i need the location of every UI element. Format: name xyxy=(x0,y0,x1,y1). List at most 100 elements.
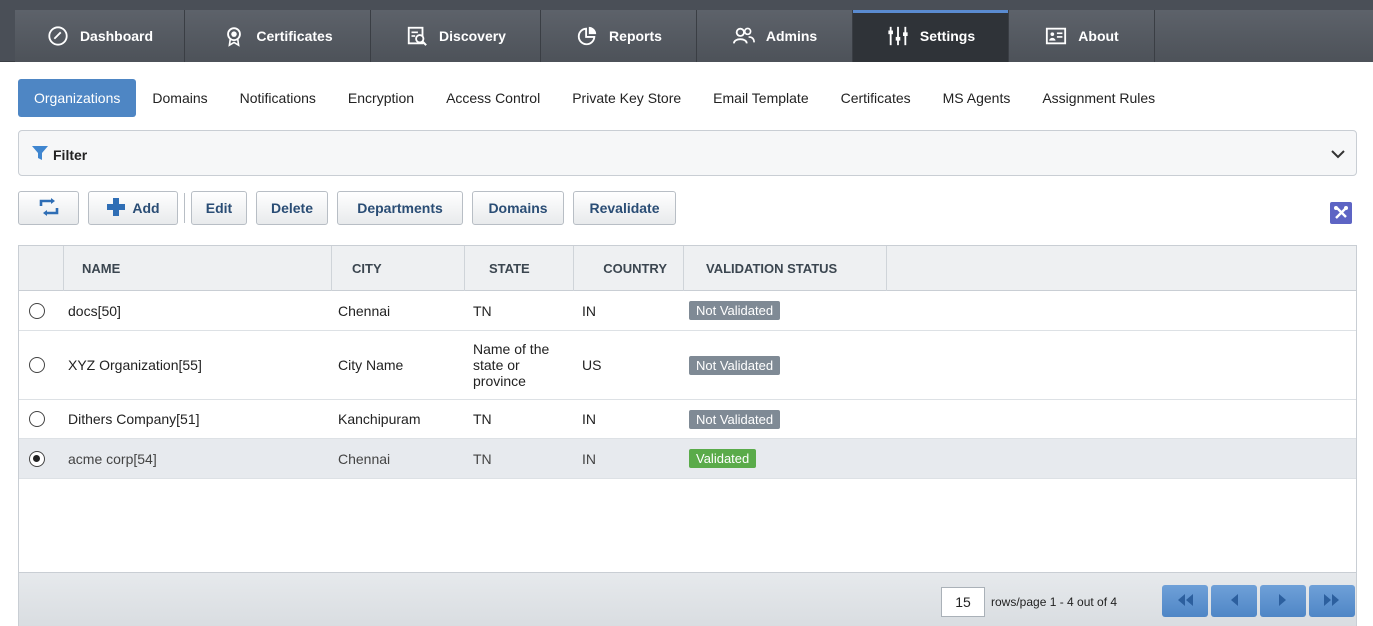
tab-label: About xyxy=(1078,28,1119,44)
plus-icon xyxy=(106,197,126,220)
cell-state: TN xyxy=(473,302,492,319)
subnav-private-key-store[interactable]: Private Key Store xyxy=(556,79,697,117)
tab-label: Discovery xyxy=(439,28,506,44)
dashboard-icon xyxy=(46,24,70,48)
header-name[interactable]: NAME xyxy=(64,246,332,291)
double-chevron-left-icon xyxy=(1176,593,1194,609)
cell-country: US xyxy=(582,357,602,373)
chevron-left-icon xyxy=(1229,593,1239,609)
header-validation-status[interactable]: VALIDATION STATUS xyxy=(684,246,887,291)
cell-status: Not Validated xyxy=(689,291,781,330)
delete-button[interactable]: Delete xyxy=(256,191,328,225)
admins-icon xyxy=(732,24,756,48)
tab-certificates[interactable]: Certificates xyxy=(185,10,371,62)
next-page-button[interactable] xyxy=(1260,585,1306,617)
subnav-certificates[interactable]: Certificates xyxy=(825,79,927,117)
tools-settings-icon[interactable] xyxy=(1330,202,1352,224)
toolbar-divider xyxy=(184,193,185,223)
tab-settings[interactable]: Settings xyxy=(853,10,1009,62)
top-nav-tabs: Dashboard Certificates Discovery Reports… xyxy=(15,10,1155,62)
filter-label: Filter xyxy=(53,146,88,163)
tab-label: Reports xyxy=(609,28,662,44)
tab-label: Dashboard xyxy=(79,28,154,44)
settings-subnav: Organizations Domains Notifications Encr… xyxy=(18,79,1171,117)
table-row[interactable]: docs[50] Chennai TN IN Not Validated xyxy=(19,291,1356,331)
subnav-access-control[interactable]: Access Control xyxy=(430,79,556,117)
cell-name: Dithers Company[51] xyxy=(68,411,200,427)
table-row[interactable]: acme corp[54] Chennai TN IN Validated xyxy=(19,439,1356,479)
add-label: Add xyxy=(132,200,160,216)
top-navigation-bar: Dashboard Certificates Discovery Reports… xyxy=(0,0,1373,62)
row-radio[interactable] xyxy=(29,451,45,467)
organizations-table: NAME CITY STATE COUNTRY VALIDATION STATU… xyxy=(18,245,1357,626)
tab-admins[interactable]: Admins xyxy=(697,10,853,62)
cell-country: IN xyxy=(582,450,596,467)
cell-state: TN xyxy=(473,411,492,427)
tab-about[interactable]: About xyxy=(1009,10,1155,62)
subnav-notifications[interactable]: Notifications xyxy=(224,79,332,117)
header-country[interactable]: COUNTRY xyxy=(574,246,684,291)
rows-per-page-input[interactable]: 15 xyxy=(941,587,985,617)
status-badge: Not Validated xyxy=(689,355,781,375)
table-header: NAME CITY STATE COUNTRY VALIDATION STATU… xyxy=(19,246,1356,291)
tab-dashboard[interactable]: Dashboard xyxy=(15,10,185,62)
table-row[interactable]: Dithers Company[51] Kanchipuram TN IN No… xyxy=(19,400,1356,439)
cell-city: City Name xyxy=(338,357,404,373)
top-nav-filler xyxy=(1155,10,1373,62)
subnav-encryption[interactable]: Encryption xyxy=(332,79,430,117)
tab-discovery[interactable]: Discovery xyxy=(371,10,541,62)
row-radio[interactable] xyxy=(29,303,45,319)
departments-button[interactable]: Departments xyxy=(337,191,463,225)
add-button[interactable]: Add xyxy=(88,191,178,225)
row-radio[interactable] xyxy=(29,357,45,373)
cell-country: IN xyxy=(582,411,596,427)
header-state[interactable]: STATE xyxy=(465,246,574,291)
certificate-icon xyxy=(222,24,246,48)
cell-state: Name of the state or province xyxy=(473,341,550,389)
cell-state: TN xyxy=(473,450,492,467)
about-icon xyxy=(1044,24,1068,48)
tab-label: Certificates xyxy=(256,28,333,44)
cell-city: Chennai xyxy=(338,450,391,467)
revalidate-button[interactable]: Revalidate xyxy=(573,191,676,225)
cell-city: Kanchipuram xyxy=(338,411,421,427)
pagination-summary: rows/page 1 - 4 out of 4 xyxy=(991,595,1118,609)
tab-reports[interactable]: Reports xyxy=(541,10,697,62)
last-page-button[interactable] xyxy=(1309,585,1355,617)
edit-button[interactable]: Edit xyxy=(191,191,247,225)
cell-name: XYZ Organization[55] xyxy=(68,357,202,373)
cell-name: acme corp[54] xyxy=(68,450,157,467)
filter-panel[interactable]: Filter xyxy=(18,130,1357,176)
filter-header[interactable]: Filter xyxy=(31,144,87,165)
table-row[interactable]: XYZ Organization[55] City Name Name of t… xyxy=(19,331,1356,400)
subnav-email-template[interactable]: Email Template xyxy=(697,79,824,117)
status-badge: Not Validated xyxy=(689,301,781,320)
header-city[interactable]: CITY xyxy=(332,246,465,291)
chevron-right-icon xyxy=(1278,593,1288,609)
status-badge: Not Validated xyxy=(689,409,781,429)
reports-icon xyxy=(575,24,599,48)
domains-button[interactable]: Domains xyxy=(472,191,564,225)
cell-status: Not Validated xyxy=(689,400,781,438)
organizations-toolbar: Add Edit Delete Departments Domains Reva… xyxy=(18,191,685,225)
cell-country: IN xyxy=(582,302,596,319)
previous-page-button[interactable] xyxy=(1211,585,1257,617)
filter-funnel-icon xyxy=(31,144,49,165)
status-badge: Validated xyxy=(689,449,757,468)
row-radio[interactable] xyxy=(29,411,45,427)
cell-status: Not Validated xyxy=(689,331,781,399)
settings-sliders-icon xyxy=(886,24,910,48)
discovery-icon xyxy=(405,24,429,48)
cell-status: Validated xyxy=(689,439,757,478)
chevron-down-icon[interactable] xyxy=(1330,146,1346,162)
cell-name: docs[50] xyxy=(68,302,121,319)
first-page-button[interactable] xyxy=(1162,585,1208,617)
subnav-ms-agents[interactable]: MS Agents xyxy=(927,79,1027,117)
subnav-domains[interactable]: Domains xyxy=(136,79,223,117)
subnav-organizations[interactable]: Organizations xyxy=(18,79,137,117)
cell-city: Chennai xyxy=(338,302,391,319)
header-select-column xyxy=(19,246,64,291)
subnav-assignment-rules[interactable]: Assignment Rules xyxy=(1026,79,1171,117)
pagination-bar: 15 rows/page 1 - 4 out of 4 xyxy=(19,572,1356,626)
refresh-button[interactable] xyxy=(18,191,79,225)
